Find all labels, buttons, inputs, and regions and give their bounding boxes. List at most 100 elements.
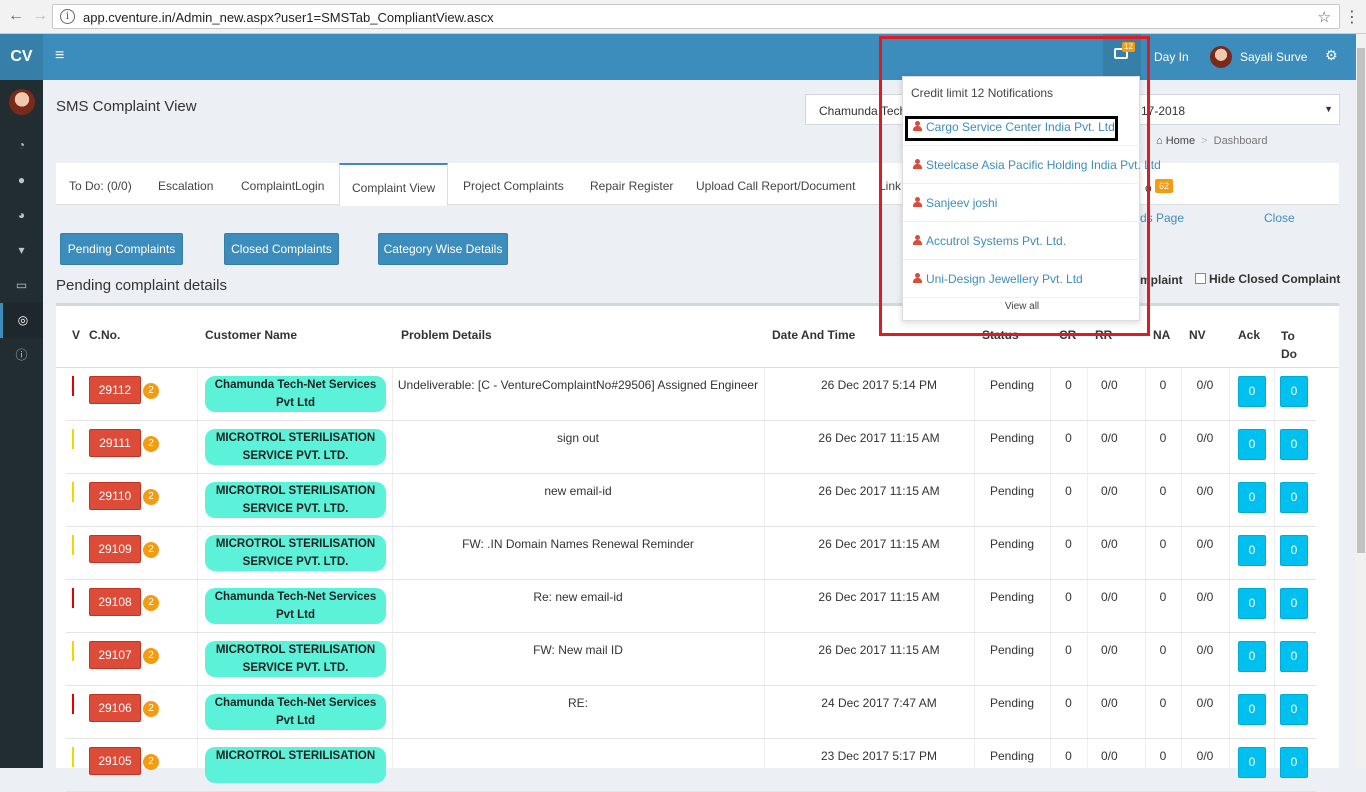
todo-button[interactable]: 0: [1280, 482, 1308, 513]
tab-project-complaints[interactable]: Project Complaints: [463, 179, 564, 193]
category-wise-details-button[interactable]: Category Wise Details: [378, 233, 508, 265]
table-row: 29111 2 MICROTROL STERILISATION SERVICE PV…: [66, 421, 1316, 474]
pending-complaints-button[interactable]: Pending Complaints: [60, 233, 183, 265]
settings-gears-icon[interactable]: ⚙: [1325, 47, 1338, 64]
count-badge: 2: [143, 701, 159, 717]
todo-button[interactable]: 0: [1280, 535, 1308, 566]
customer-name-pill[interactable]: MICROTROL STERILISATION SERVICE PVT. LTD…: [205, 641, 386, 677]
table-row: 29107 2 MICROTROL STERILISATION SERVICE PV…: [66, 633, 1316, 686]
todo-button[interactable]: 0: [1280, 376, 1308, 407]
complaint-number-button[interactable]: 29111: [89, 429, 141, 457]
tab-complaint-login[interactable]: ComplaintLogin: [241, 179, 324, 193]
user-name[interactable]: Sayali Surve: [1240, 50, 1307, 64]
ack-button[interactable]: 0: [1238, 535, 1266, 566]
col-header-problem: Problem Details: [401, 328, 492, 342]
todo-button[interactable]: 0: [1280, 641, 1308, 672]
ack-button[interactable]: 0: [1238, 482, 1266, 513]
complaint-number-button[interactable]: 29110: [89, 482, 141, 510]
ack-button[interactable]: 0: [1238, 588, 1266, 619]
tab-upload-call-report[interactable]: Upload Call Report/Document: [696, 179, 855, 193]
card-icon[interactable]: ▭: [0, 268, 43, 303]
complaint-number-button[interactable]: 29112: [89, 376, 141, 404]
customer-name-pill[interactable]: Chamunda Tech-Net Services Pvt Ltd: [205, 694, 386, 730]
cart-icon[interactable]: ▾: [0, 233, 43, 268]
ack-button[interactable]: 0: [1238, 747, 1266, 778]
hide-closed-label: Hide Closed Complaint: [1209, 272, 1341, 286]
todo-button[interactable]: 0: [1280, 694, 1308, 725]
complaint-number-button[interactable]: 29105: [89, 747, 141, 775]
row-cr: 0: [1065, 749, 1072, 763]
breadcrumb-home[interactable]: Home: [1166, 135, 1195, 147]
row-na: 0: [1159, 643, 1167, 657]
todo-button[interactable]: 0: [1280, 588, 1308, 619]
tab-todo[interactable]: To Do: (0/0): [69, 179, 132, 193]
browser-menu-icon[interactable]: ⋮: [1344, 7, 1360, 27]
breadcrumb-separator: >: [1201, 135, 1208, 147]
breadcrumb: ⌂ Home > Dashboard: [1156, 135, 1267, 147]
customer-name-pill[interactable]: MICROTROL STERILISATION SERVICE PVT. LTD…: [205, 482, 386, 518]
row-rr: 0/0: [1095, 589, 1124, 606]
close-link[interactable]: Close: [1264, 211, 1295, 225]
count-badge: 2: [143, 542, 159, 558]
row-rr: 0/0: [1095, 377, 1124, 394]
browser-toolbar: ← → C i app.cventure.in/Admin_new.aspx?u…: [0, 0, 1366, 34]
col-header-cno: C.No.: [89, 328, 121, 342]
closed-complaints-button[interactable]: Closed Complaints: [224, 233, 339, 265]
customer-name-pill[interactable]: MICROTROL STERILISATION: [205, 747, 386, 783]
customer-name-pill[interactable]: MICROTROL STERILISATION SERVICE PVT. LTD…: [205, 535, 386, 571]
ack-button[interactable]: 0: [1238, 641, 1266, 672]
row-na: 0: [1159, 537, 1167, 551]
count-badge: 2: [143, 648, 159, 664]
back-icon[interactable]: ←: [8, 7, 24, 25]
app-header: CV ≡ 12 Day In Sayali Surve ⚙: [0, 34, 1356, 80]
tab-escalation[interactable]: Escalation: [158, 179, 213, 193]
day-in-link[interactable]: Day In: [1154, 50, 1189, 64]
sidebar-toggle-icon[interactable]: ≡: [55, 47, 64, 65]
row-rr: 0/0: [1095, 536, 1124, 553]
page-scrollbar[interactable]: [1356, 34, 1366, 768]
checkbox-box[interactable]: [1195, 273, 1206, 284]
page-title: SMS Complaint View: [56, 98, 197, 115]
priority-flag: [72, 641, 74, 661]
forward-icon[interactable]: →: [32, 7, 48, 25]
hide-closed-complaint-checkbox[interactable]: Hide Closed Complaint: [1195, 272, 1340, 286]
todo-button[interactable]: 0: [1280, 429, 1308, 460]
col-header-nv: NV: [1189, 328, 1206, 342]
address-bar[interactable]: i app.cventure.in/Admin_new.aspx?user1=S…: [52, 4, 1340, 29]
ack-button[interactable]: 0: [1238, 694, 1266, 725]
row-na: 0: [1159, 590, 1167, 604]
info-icon[interactable]: ⓘ: [0, 338, 43, 373]
complaint-number-button[interactable]: 29109: [89, 535, 141, 563]
row-na: 0: [1159, 431, 1167, 445]
support-icon[interactable]: ◎: [0, 303, 43, 338]
app-logo[interactable]: CV: [0, 34, 43, 80]
complaint-number-button[interactable]: 29106: [89, 694, 141, 722]
site-info-icon[interactable]: i: [60, 9, 75, 24]
tab-complaint-view[interactable]: Complaint View: [339, 163, 449, 206]
scrollbar-thumb[interactable]: [1357, 48, 1365, 553]
complaint-number-button[interactable]: 29107: [89, 641, 141, 669]
row-nv: 0/0: [1196, 484, 1214, 498]
complaint-number-button[interactable]: 29108: [89, 588, 141, 616]
url-text[interactable]: app.cventure.in/Admin_new.aspx?user1=SMS…: [83, 10, 494, 25]
bookmark-star-icon[interactable]: ☆: [1318, 8, 1331, 26]
pie-chart-icon[interactable]: ◕: [0, 198, 43, 233]
sidebar-avatar[interactable]: [9, 89, 35, 115]
ack-button[interactable]: 0: [1238, 429, 1266, 460]
breadcrumb-current: Dashboard: [1213, 135, 1268, 147]
priority-flag: [72, 482, 74, 502]
tab-repair-register[interactable]: Repair Register: [590, 179, 673, 193]
col-header-datetime: Date And Time: [772, 328, 856, 342]
row-nv: 0/0: [1196, 378, 1214, 392]
customer-name-pill[interactable]: Chamunda Tech-Net Services Pvt Ltd: [205, 588, 386, 624]
row-rr: 0/0: [1095, 748, 1124, 765]
row-datetime: 26 Dec 2017 11:15 AM: [818, 590, 940, 604]
dashboard-icon[interactable]: ◔: [0, 128, 43, 163]
user-icon[interactable]: ●: [0, 163, 43, 198]
row-datetime: 24 Dec 2017 7:47 AM: [821, 696, 937, 710]
ack-button[interactable]: 0: [1238, 376, 1266, 407]
todo-button[interactable]: 0: [1280, 747, 1308, 778]
customer-name-pill[interactable]: Chamunda Tech-Net Services Pvt Ltd: [205, 376, 386, 412]
customer-name-pill[interactable]: MICROTROL STERILISATION SERVICE PVT. LTD…: [205, 429, 386, 465]
user-avatar[interactable]: [1210, 46, 1232, 68]
